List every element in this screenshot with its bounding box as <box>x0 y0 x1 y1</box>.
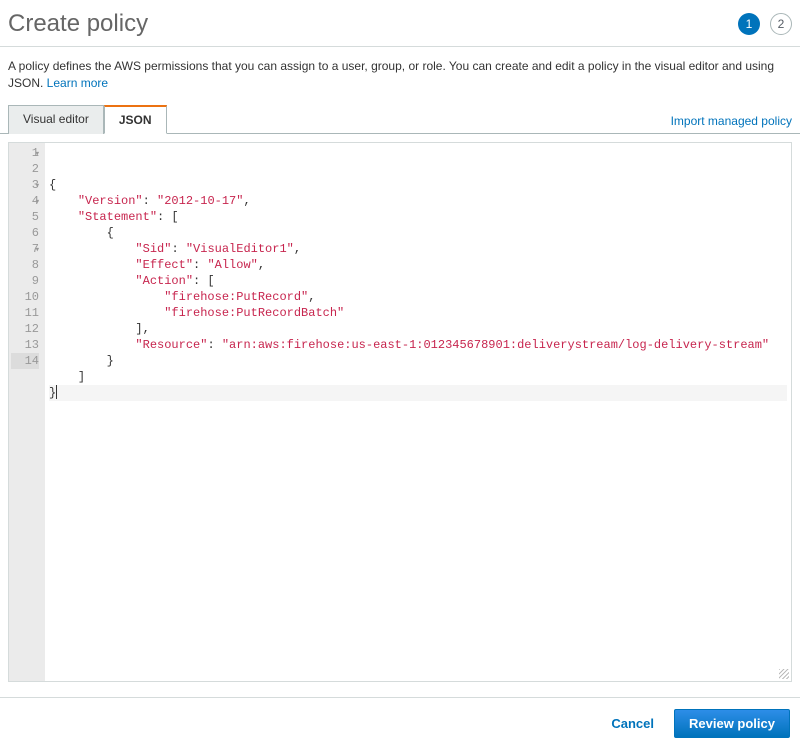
fold-arrow-icon[interactable]: ▾ <box>35 178 40 194</box>
code-line[interactable]: "firehose:PutRecordBatch" <box>49 305 787 321</box>
fold-arrow-icon[interactable]: ▾ <box>35 242 40 258</box>
tabs-row: Visual editor JSON Import managed policy <box>0 104 800 134</box>
json-editor[interactable]: 1▾23▾4▾567▾891011121314 { "Version": "20… <box>8 142 792 682</box>
editor-code-area[interactable]: { "Version": "2012-10-17", "Statement": … <box>45 143 791 681</box>
gutter-line: 7▾ <box>11 241 39 257</box>
gutter-line: 8 <box>11 257 39 273</box>
code-line[interactable]: } <box>49 385 787 401</box>
gutter-line: 9 <box>11 273 39 289</box>
step-indicator-1[interactable]: 1 <box>738 13 760 35</box>
gutter-line: 11 <box>11 305 39 321</box>
description-text: A policy defines the AWS permissions tha… <box>8 59 774 90</box>
gutter-line: 1▾ <box>11 145 39 161</box>
gutter-line: 13 <box>11 337 39 353</box>
code-line[interactable]: "Statement": [ <box>49 209 787 225</box>
page-title: Create policy <box>8 10 148 38</box>
code-line[interactable]: "firehose:PutRecord", <box>49 289 787 305</box>
import-managed-policy-link[interactable]: Import managed policy <box>671 114 792 133</box>
gutter-line: 10 <box>11 289 39 305</box>
text-cursor <box>56 385 57 399</box>
code-line[interactable]: "Resource": "arn:aws:firehose:us-east-1:… <box>49 337 787 353</box>
editor-container: 1▾23▾4▾567▾891011121314 { "Version": "20… <box>0 134 800 690</box>
code-line[interactable]: "Effect": "Allow", <box>49 257 787 273</box>
gutter-line: 6 <box>11 225 39 241</box>
fold-arrow-icon[interactable]: ▾ <box>35 146 40 162</box>
gutter-line: 14 <box>11 353 39 369</box>
tab-visual-editor[interactable]: Visual editor <box>8 105 104 134</box>
gutter-line: 12 <box>11 321 39 337</box>
code-line[interactable]: "Sid": "VisualEditor1", <box>49 241 787 257</box>
learn-more-link[interactable]: Learn more <box>47 76 108 90</box>
code-line[interactable]: "Action": [ <box>49 273 787 289</box>
cancel-button[interactable]: Cancel <box>605 710 660 737</box>
code-line[interactable]: "Version": "2012-10-17", <box>49 193 787 209</box>
page-description: A policy defines the AWS permissions tha… <box>0 47 800 104</box>
step-indicator-2[interactable]: 2 <box>770 13 792 35</box>
gutter-line: 4▾ <box>11 193 39 209</box>
code-line[interactable]: { <box>49 177 787 193</box>
code-line[interactable]: { <box>49 225 787 241</box>
code-line[interactable]: ] <box>49 369 787 385</box>
code-line[interactable]: } <box>49 353 787 369</box>
gutter-line: 5 <box>11 209 39 225</box>
review-policy-button[interactable]: Review policy <box>674 709 790 738</box>
page-footer: Cancel Review policy <box>0 697 800 749</box>
gutter-line: 2 <box>11 161 39 177</box>
editor-tabs: Visual editor JSON <box>8 104 167 133</box>
code-line[interactable]: ], <box>49 321 787 337</box>
tab-json[interactable]: JSON <box>104 105 167 134</box>
gutter-line: 3▾ <box>11 177 39 193</box>
resize-handle-icon[interactable] <box>779 669 789 679</box>
wizard-steps: 1 2 <box>738 13 792 35</box>
page-header: Create policy 1 2 <box>0 0 800 47</box>
editor-gutter: 1▾23▾4▾567▾891011121314 <box>9 143 45 681</box>
fold-arrow-icon[interactable]: ▾ <box>35 194 40 210</box>
